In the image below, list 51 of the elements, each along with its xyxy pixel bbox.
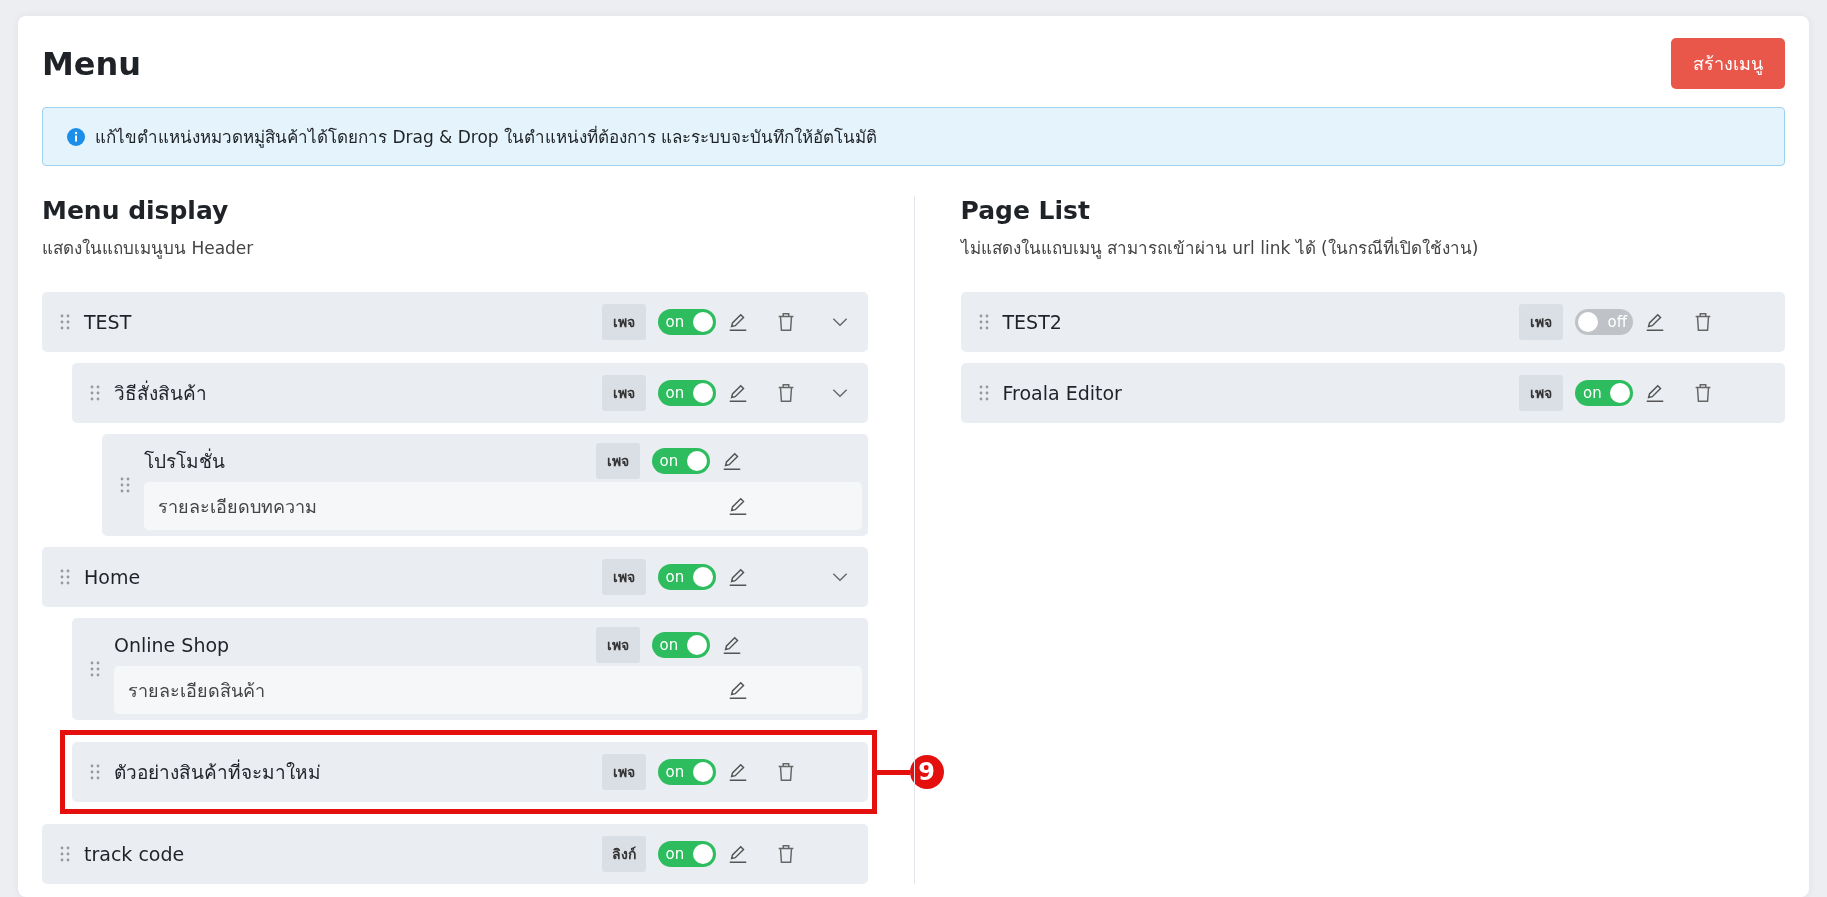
menu-item-label: โปรโมชั่น xyxy=(144,447,226,474)
detail-row[interactable]: รายละเอียดสินค้า xyxy=(114,666,862,714)
type-badge: เพจ xyxy=(601,375,646,411)
drag-handle-icon[interactable] xyxy=(60,846,70,862)
menu-item[interactable]: Froala Editor เพจ on xyxy=(960,363,1785,423)
drag-handle-icon[interactable] xyxy=(90,385,100,401)
detail-label: รายละเอียดสินค้า xyxy=(128,678,266,703)
drag-handle-icon[interactable] xyxy=(90,764,100,780)
type-badge: เพจ xyxy=(601,559,646,595)
menu-item-label: TEST2 xyxy=(1002,311,1063,333)
section-title: Menu display xyxy=(42,196,230,225)
drag-handle-icon[interactable] xyxy=(90,661,100,677)
edit-icon[interactable] xyxy=(1644,382,1666,404)
callout-number: 9 xyxy=(909,755,944,789)
drag-handle-icon[interactable] xyxy=(120,477,130,493)
type-badge: เพจ xyxy=(1519,375,1563,411)
type-badge: เพจ xyxy=(1519,304,1563,340)
create-menu-button[interactable]: สร้างเมนู xyxy=(1671,38,1785,89)
menu-item[interactable]: Online Shop เพจ on รายละเอียดสินค้า xyxy=(72,618,868,720)
drag-handle-icon[interactable] xyxy=(60,569,70,585)
menu-item-label: วิธีสั่งสินค้า xyxy=(114,379,208,406)
type-badge: เพจ xyxy=(601,754,646,790)
menu-item[interactable]: วิธีสั่งสินค้า เพจ on xyxy=(72,363,868,423)
edit-icon[interactable] xyxy=(1644,311,1666,333)
type-badge: เพจ xyxy=(595,443,640,479)
drag-handle-icon[interactable] xyxy=(978,314,989,330)
drag-handle-icon[interactable] xyxy=(978,385,989,401)
drag-handle-icon[interactable] xyxy=(60,314,70,330)
menu-item-label: Online Shop xyxy=(114,634,231,656)
menu-item[interactable]: TEST เพจ on xyxy=(42,292,868,352)
menu-item[interactable]: โปรโมชั่น เพจ on รายละเอียดบทความ xyxy=(102,434,868,536)
page-title: Menu xyxy=(42,44,142,83)
section-title: Page List xyxy=(960,196,1091,225)
menu-item[interactable]: TEST2 เพจ off xyxy=(960,292,1785,352)
menu-item[interactable]: Home เพจ on xyxy=(42,547,868,607)
menu-item[interactable]: ตัวอย่างสินค้าที่จะมาใหม่ เพจ on xyxy=(72,742,868,802)
detail-label: รายละเอียดบทความ xyxy=(158,494,318,519)
type-badge: เพจ xyxy=(601,304,646,340)
menu-item-label: Home xyxy=(84,566,142,588)
info-icon xyxy=(67,127,85,146)
menu-item-label: Froala Editor xyxy=(1002,382,1123,404)
info-text: แก้ไขตำแหน่งหมวดหมู่สินค้าได้โดยการ Drag & Drop ในตำแหน่งที่ต้องการ และระบบจะบันทึกให้อัตโนมัติ xyxy=(95,124,878,150)
detail-row[interactable]: รายละเอียดบทความ xyxy=(144,482,862,530)
menu-item[interactable]: track code ลิงก์ on xyxy=(42,824,868,884)
section-subtitle: แสดงในแถบเมนูบน Header xyxy=(42,237,255,261)
type-badge: เพจ xyxy=(595,627,640,663)
section-subtitle: ไม่แสดงในแถบเมนู สามารถเข้าผ่าน url link ได้ (ในกรณีที่เปิดใช้งาน) xyxy=(960,235,1480,261)
type-badge: ลิงก์ xyxy=(601,836,646,872)
menu-item-label: ตัวอย่างสินค้าที่จะมาใหม่ xyxy=(114,758,322,785)
menu-item-label: TEST xyxy=(84,311,133,333)
menu-item-label: track code xyxy=(84,843,186,865)
